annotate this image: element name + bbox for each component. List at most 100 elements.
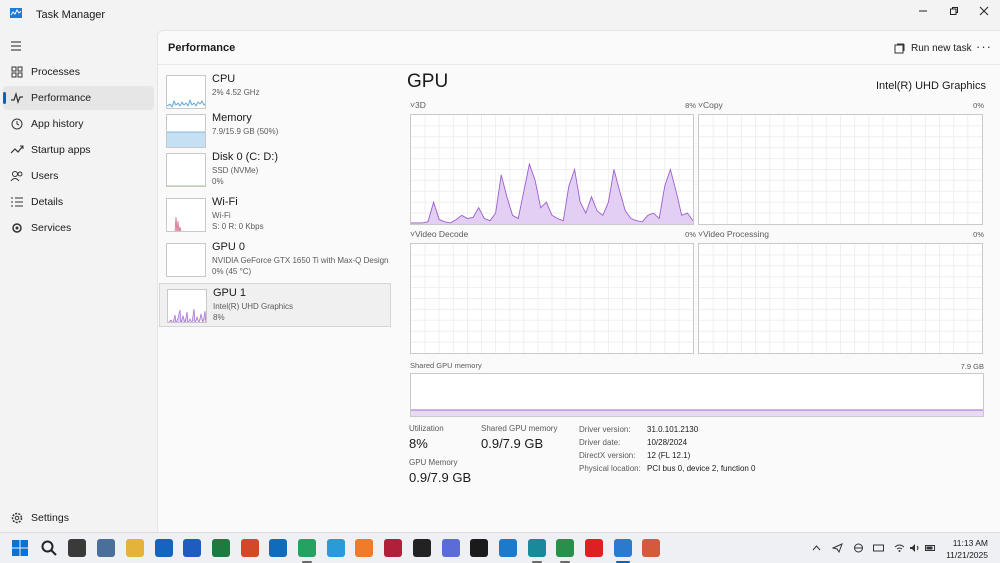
- close-button[interactable]: [969, 0, 999, 22]
- send-icon[interactable]: [832, 543, 843, 553]
- run-task-icon: [894, 43, 905, 53]
- clock-date[interactable]: 11/21/2025: [940, 550, 988, 560]
- sidebar: Processes Performance App history Startu…: [0, 30, 157, 532]
- taskmanager-icon[interactable]: [613, 539, 632, 557]
- minimize-icon: [919, 10, 927, 12]
- sidebar-item-label: Processes: [31, 66, 81, 78]
- chevron-up-icon[interactable]: [811, 543, 822, 553]
- device-name: GPU 0: [212, 241, 246, 253]
- device-name: GPU 1: [213, 287, 247, 299]
- sidebar-item-performance[interactable]: Performance: [3, 86, 154, 110]
- device-memory[interactable]: Memory 7.9/15.9 GB (50%): [159, 109, 391, 153]
- sidebar-item-details[interactable]: Details: [3, 190, 154, 214]
- gpu-memory-value: 0.9/7.9 GB: [409, 470, 472, 485]
- wifi-thumbnail: [166, 198, 206, 232]
- graph-copy: [698, 114, 983, 225]
- pen-icon[interactable]: [355, 539, 374, 557]
- start-icon[interactable]: [11, 539, 29, 557]
- engine-label: 3D: [414, 100, 426, 110]
- excel-icon[interactable]: [211, 539, 230, 557]
- device-wifi[interactable]: Wi-Fi Wi-Fi S: 0 R: 0 Kbps: [159, 193, 391, 237]
- services-icon: [10, 221, 24, 235]
- sidebar-item-settings[interactable]: Settings: [3, 506, 154, 530]
- battery-icon[interactable]: [925, 543, 936, 553]
- gpu0-thumbnail: [166, 243, 206, 277]
- folder-icon[interactable]: [125, 539, 144, 557]
- sidebar-item-label: App history: [31, 118, 84, 130]
- figma-icon[interactable]: [384, 539, 403, 557]
- word-icon[interactable]: [183, 539, 202, 557]
- wifi-icon[interactable]: [894, 543, 905, 553]
- directx-version-value: 12 (FL 12.1): [647, 451, 691, 460]
- minimize-button[interactable]: [908, 0, 938, 22]
- window-title: Task Manager: [36, 9, 106, 21]
- graph-video-processing: [698, 243, 983, 354]
- globe-icon[interactable]: [853, 543, 864, 553]
- snipping-icon[interactable]: [642, 539, 661, 557]
- search-icon[interactable]: [40, 539, 58, 557]
- sidebar-item-users[interactable]: Users: [3, 164, 154, 188]
- physical-location-value: PCI bus 0, device 2, function 0: [647, 464, 756, 473]
- canva-icon[interactable]: [441, 539, 460, 557]
- engine-selector-copy[interactable]: ˅Copy: [698, 100, 723, 110]
- engine-selector-3d[interactable]: ˅3D: [410, 100, 426, 110]
- notion-icon[interactable]: [412, 539, 431, 557]
- disk-thumbnail: [166, 153, 206, 187]
- chrome-icon[interactable]: [556, 539, 575, 557]
- clock-time[interactable]: 11:13 AM: [940, 538, 988, 548]
- telegram-icon[interactable]: [326, 539, 345, 557]
- volume-icon[interactable]: [909, 543, 920, 553]
- sidebar-item-services[interactable]: Services: [3, 216, 154, 240]
- engine-value: 0%: [685, 230, 696, 239]
- engine-value: 0%: [973, 101, 984, 110]
- graph-3d: [410, 114, 694, 225]
- device-name: Disk 0 (C: D:): [212, 151, 278, 163]
- run-new-task-button[interactable]: Run new task: [894, 40, 972, 56]
- shared-gpu-memory-label: Shared GPU memory: [481, 424, 558, 433]
- taskbar: 11:13 AM 11/21/2025: [0, 532, 1000, 563]
- device-detail: Wi-Fi: [212, 211, 231, 220]
- sidebar-item-app-history[interactable]: App history: [3, 112, 154, 136]
- gpu-model-name: Intel(R) UHD Graphics: [875, 80, 986, 92]
- youtube-icon[interactable]: [585, 539, 603, 557]
- sidebar-item-label: Startup apps: [31, 144, 91, 156]
- device-disk-0[interactable]: Disk 0 (C: D:) SSD (NVMe) 0%: [159, 148, 391, 192]
- settings-icon: [10, 511, 24, 525]
- page-title: Performance: [168, 42, 236, 54]
- device-gpu-0[interactable]: GPU 0 NVIDIA GeForce GTX 1650 Ti with Ma…: [159, 238, 391, 282]
- capcut-icon[interactable]: [470, 539, 489, 557]
- engine-label: Video Decode: [414, 229, 469, 239]
- grid-svg: [699, 244, 982, 353]
- grid-svg: [699, 115, 982, 224]
- close-icon: [979, 6, 989, 16]
- store-icon[interactable]: [154, 539, 173, 557]
- hamburger-menu-icon[interactable]: [9, 40, 23, 52]
- physical-location-key: Physical location:: [579, 464, 641, 473]
- engine-selector-video-decode[interactable]: ˅Video Decode: [410, 229, 468, 239]
- engine-selector-video-processing[interactable]: ˅Video Processing: [698, 229, 769, 239]
- device-detail: 0% (45 °C): [212, 267, 252, 276]
- outlook-icon[interactable]: [269, 539, 288, 557]
- sidebar-item-startup-apps[interactable]: Startup apps: [3, 138, 154, 162]
- restore-button[interactable]: [939, 0, 969, 22]
- driver-date-key: Driver date:: [579, 438, 621, 447]
- settings-app-icon[interactable]: [97, 539, 116, 557]
- device-name: Wi-Fi: [212, 196, 238, 208]
- gpu-heading: GPU: [407, 71, 449, 92]
- keyboard-icon[interactable]: [873, 543, 884, 553]
- device-detail: SSD (NVMe): [212, 166, 259, 175]
- device-detail: Intel(R) UHD Graphics: [213, 302, 294, 311]
- device-detail: 2% 4.52 GHz: [212, 88, 260, 97]
- task-manager-app-icon: [10, 8, 22, 18]
- sidebar-item-processes[interactable]: Processes: [3, 60, 154, 84]
- device-cpu[interactable]: CPU 2% 4.52 GHz: [159, 70, 391, 114]
- powerpoint-icon[interactable]: [240, 539, 259, 557]
- edge-icon[interactable]: [527, 539, 546, 557]
- file-explorer-icon[interactable]: [68, 539, 87, 557]
- vscode-icon[interactable]: [498, 539, 517, 557]
- more-options-button[interactable]: ···: [976, 39, 992, 54]
- whatsapp-icon[interactable]: [298, 539, 316, 557]
- main-panel: Performance Run new task ··· CPU 2% 4.52…: [157, 30, 1000, 532]
- sidebar-item-label: Performance: [31, 92, 92, 104]
- device-gpu-1[interactable]: GPU 1 Intel(R) UHD Graphics 8%: [159, 283, 391, 327]
